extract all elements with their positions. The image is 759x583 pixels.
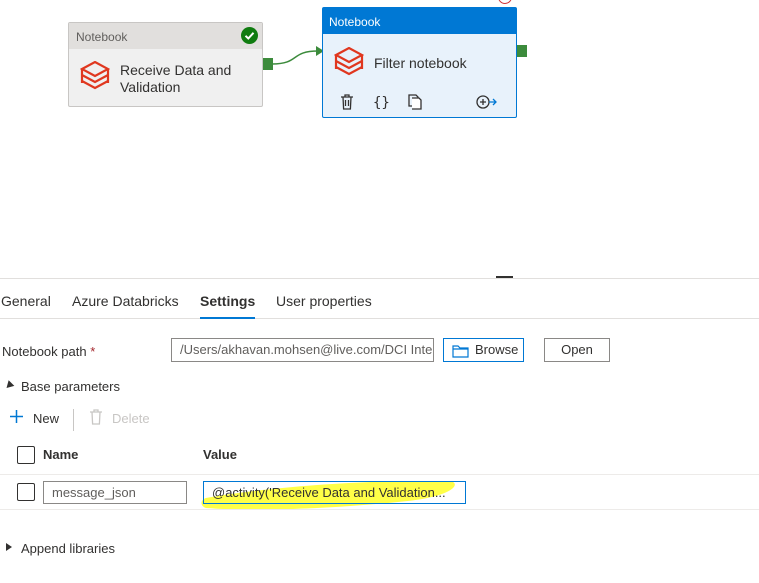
panel-splitter[interactable] xyxy=(0,278,759,279)
notebook-path-label-text: Notebook path xyxy=(2,344,87,359)
success-check-icon xyxy=(241,27,258,44)
output-port[interactable] xyxy=(263,58,273,70)
parameter-value-input[interactable]: @activity('Receive Data and Validation..… xyxy=(203,481,466,504)
activity-receive-data-validation[interactable]: Notebook Receive Data and Validation xyxy=(68,22,263,107)
collapse-caret-icon[interactable] xyxy=(3,380,15,391)
activity-type-label: Notebook xyxy=(323,8,516,34)
properties-tabs: General Azure Databricks Settings User p… xyxy=(0,286,759,319)
column-header-value: Value xyxy=(203,447,237,462)
table-divider xyxy=(0,509,759,510)
tab-settings[interactable]: Settings xyxy=(200,293,256,319)
open-button[interactable]: Open xyxy=(544,338,610,362)
output-port[interactable] xyxy=(517,45,527,57)
pipeline-canvas[interactable]: Notebook Receive Data and Validation Not… xyxy=(0,0,759,272)
delete-icon[interactable] xyxy=(340,94,354,112)
activity-name: Filter notebook xyxy=(374,55,467,71)
databricks-icon xyxy=(79,60,111,93)
tab-general[interactable]: General xyxy=(1,293,51,319)
toolbar-divider xyxy=(73,409,74,431)
resize-handle-icon[interactable] xyxy=(496,276,513,278)
databricks-icon xyxy=(333,46,365,79)
column-header-name: Name xyxy=(43,447,79,462)
copy-icon[interactable] xyxy=(407,94,423,112)
base-parameters-heading[interactable]: Base parameters xyxy=(21,379,120,394)
activity-name: Receive Data and Validation xyxy=(120,62,231,96)
add-output-icon[interactable] xyxy=(476,94,498,112)
delete-disabled-icon xyxy=(89,409,103,428)
add-icon xyxy=(9,409,24,427)
activity-name-line2: Validation xyxy=(120,79,181,95)
new-parameter-button[interactable]: New xyxy=(33,411,59,426)
row-checkbox[interactable] xyxy=(17,483,35,501)
tab-user-properties[interactable]: User properties xyxy=(276,293,372,319)
expand-caret-icon[interactable] xyxy=(6,543,12,551)
delete-parameter-button: Delete xyxy=(112,411,150,426)
activity-action-bar: {} xyxy=(323,94,516,114)
select-all-checkbox[interactable] xyxy=(17,446,35,464)
activity-type-label: Notebook xyxy=(69,23,262,49)
browse-label: Browse xyxy=(475,342,519,357)
tab-azure-databricks[interactable]: Azure Databricks xyxy=(72,293,179,319)
folder-icon xyxy=(452,343,469,365)
activity-filter-notebook[interactable]: Notebook Filter notebook {} xyxy=(322,7,517,118)
code-braces-icon[interactable]: {} xyxy=(373,94,390,112)
notebook-path-input[interactable]: /Users/akhavan.mohsen@live.com/DCI Inte xyxy=(171,338,434,362)
browse-button[interactable]: Browse xyxy=(443,338,524,362)
parameter-name-input[interactable]: message_json xyxy=(43,481,187,504)
activity-name-line1: Receive Data and xyxy=(120,62,232,78)
required-marker: * xyxy=(90,344,96,359)
append-libraries-heading[interactable]: Append libraries xyxy=(21,541,115,556)
notebook-path-label: Notebook path * xyxy=(2,344,95,359)
